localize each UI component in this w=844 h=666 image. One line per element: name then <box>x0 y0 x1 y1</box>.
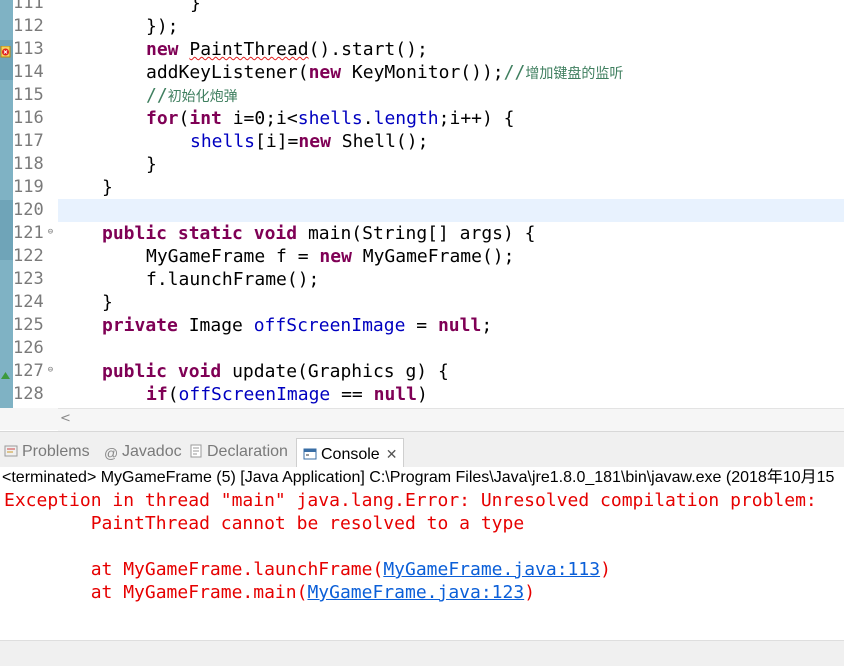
code-line[interactable] <box>58 199 844 222</box>
code-editor[interactable]: 111 112 113 114 115 116 117 118 119 120 121 ⊖ 122 123… <box>0 0 844 408</box>
code-line[interactable]: f.launchFrame(); <box>58 268 844 291</box>
code-line[interactable]: } <box>58 291 844 314</box>
line-number: 113 <box>13 39 44 59</box>
line-number: 115 <box>13 85 44 105</box>
code-line-text: f.launchFrame(); <box>146 269 320 290</box>
console-icon <box>303 448 317 460</box>
tab-problems[interactable]: Problems <box>4 440 90 464</box>
code-line[interactable]: } <box>58 176 844 199</box>
javadoc-icon: @ <box>104 445 119 461</box>
line-number: 114 <box>13 62 44 82</box>
line-number: 127 ⊖ <box>13 361 55 381</box>
code-line-text: shells[i]=new Shell(); <box>190 131 429 152</box>
code-line[interactable]: //初始化炮弹 <box>58 84 844 107</box>
line-number: 122 <box>13 246 44 266</box>
bottom-view-tabbar: Problems @ Javadoc Declaration Console ✕ <box>0 431 844 469</box>
code-line[interactable]: private Image offScreenImage = null; <box>58 314 844 337</box>
line-number: 116 <box>13 108 44 128</box>
code-line-text: for(int i=0;i<shells.length;i++) { <box>146 108 515 129</box>
line-number: 128 <box>13 384 44 404</box>
code-line[interactable]: }); <box>58 15 844 38</box>
console-status: <terminated> MyGameFrame (5) [Java Appli… <box>2 469 835 486</box>
fold-collapse-icon[interactable]: ⊖ <box>46 228 55 237</box>
line-number: 112 <box>13 16 44 36</box>
line-number-gutter: 111 112 113 114 115 116 117 118 119 120 121 ⊖ 122 123… <box>13 0 58 408</box>
code-line[interactable] <box>58 337 844 360</box>
line-number: 120 <box>13 200 44 220</box>
stack-link-main[interactable]: MyGameFrame.java:123 <box>307 582 524 603</box>
console-line-message: PaintThread cannot be resolved to a type <box>90 513 525 534</box>
code-line-text: if(offScreenImage == null) <box>146 384 428 405</box>
problems-icon <box>4 445 18 457</box>
tab-javadoc-label: Javadoc <box>122 443 182 460</box>
fold-collapse-icon[interactable]: ⊖ <box>46 366 55 375</box>
code-line-text: } <box>102 177 113 198</box>
overview-ruler <box>0 0 13 408</box>
line-number: 124 <box>13 292 44 312</box>
code-line[interactable]: } <box>58 153 844 176</box>
code-line-text: addKeyListener(new KeyMonitor());//增加键盘的… <box>146 62 624 83</box>
line-number: 117 <box>13 131 44 151</box>
code-line-text: } <box>190 0 201 14</box>
code-line-text: }); <box>146 16 179 37</box>
code-line[interactable]: public static void main(String[] args) { <box>58 222 844 245</box>
code-line[interactable]: if(offScreenImage == null) <box>58 383 844 406</box>
tab-console[interactable]: Console ✕ <box>296 438 405 469</box>
code-line[interactable]: } <box>58 0 844 15</box>
scroll-left-arrow-icon[interactable]: < <box>60 409 71 429</box>
stack-link-launchframe[interactable]: MyGameFrame.java:113 <box>383 559 600 580</box>
code-line[interactable]: public void update(Graphics g) { <box>58 360 844 383</box>
close-icon[interactable]: ✕ <box>386 446 398 462</box>
tab-console-label: Console <box>321 446 380 463</box>
code-line-text: } <box>146 154 157 175</box>
status-bar <box>0 640 844 666</box>
line-number: 126 <box>13 338 44 358</box>
line-number: 119 <box>13 177 44 197</box>
line-number: 121 ⊖ <box>13 223 55 243</box>
code-area[interactable]: }}); new PaintThread().start(); addKeyList… <box>58 0 844 408</box>
console-output[interactable]: <terminated> MyGameFrame (5) [Java Appli… <box>0 467 844 665</box>
code-line-text: //初始化炮弹 <box>146 85 238 106</box>
code-line[interactable]: new PaintThread().start(); <box>58 38 844 61</box>
console-line-stack-1: at MyGameFrame.launchFrame(MyGameFrame.j… <box>90 559 611 580</box>
code-line-text: public static void main(String[] args) { <box>102 223 536 244</box>
line-number: 125 <box>13 315 44 335</box>
code-line[interactable]: for(int i=0;i<shells.length;i++) { <box>58 107 844 130</box>
error-marker-icon[interactable] <box>0 43 11 58</box>
tab-javadoc[interactable]: @ Javadoc <box>104 440 182 464</box>
line-number: 111 <box>13 0 44 13</box>
code-line[interactable]: MyGameFrame f = new MyGameFrame(); <box>58 245 844 268</box>
line-number: 118 <box>13 154 44 174</box>
code-line-text: MyGameFrame f = new MyGameFrame(); <box>146 246 515 267</box>
line-number: 123 <box>13 269 44 289</box>
code-line[interactable]: shells[i]=new Shell(); <box>58 130 844 153</box>
tab-problems-label: Problems <box>22 443 90 460</box>
console-line-exception: Exception in thread "main" java.lang.Err… <box>4 490 817 511</box>
declaration-icon <box>190 444 202 458</box>
tab-declaration[interactable]: Declaration <box>189 440 288 464</box>
code-line-text: new PaintThread().start(); <box>146 39 428 60</box>
code-line-text: public void update(Graphics g) { <box>102 361 449 382</box>
override-marker-icon <box>0 366 11 379</box>
code-line-text: } <box>102 292 113 313</box>
console-line-stack-2: at MyGameFrame.main(MyGameFrame.java:123… <box>90 582 536 603</box>
code-line[interactable]: addKeyListener(new KeyMonitor());//增加键盘的… <box>58 61 844 84</box>
code-line-text: private Image offScreenImage = null; <box>102 315 493 336</box>
tab-declaration-label: Declaration <box>207 443 288 460</box>
editor-horizontal-scrollbar[interactable]: < <box>58 408 844 431</box>
